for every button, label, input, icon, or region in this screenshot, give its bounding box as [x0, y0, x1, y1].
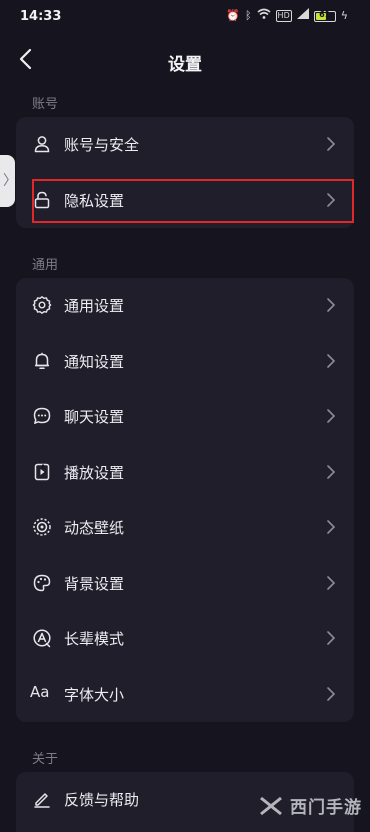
settings-item-account-security[interactable]: 账号与安全 — [16, 117, 354, 173]
elder-mode-icon — [32, 628, 52, 648]
status-bar: 14:33 ⏰ ᛒ HD 61 ϟ — [0, 0, 370, 34]
section-label-general: 通用 — [32, 258, 59, 273]
settings-item-elder-mode[interactable]: 长辈模式 — [16, 611, 354, 667]
status-time: 14:33 — [20, 9, 62, 24]
settings-item-label: 背景设置 — [64, 574, 125, 593]
side-drawer-handle[interactable]: 〉 — [0, 155, 17, 207]
settings-item-label: 聊天设置 — [64, 408, 125, 426]
chevron-right-icon — [326, 575, 336, 591]
chevron-right-icon: 〉 — [3, 173, 17, 189]
settings-item-label: 通知设置 — [64, 352, 125, 371]
settings-item-chat[interactable]: 聊天设置 — [16, 389, 354, 445]
settings-item-privacy[interactable]: 隐私设置 — [16, 173, 354, 229]
chevron-right-icon — [326, 464, 336, 480]
wifi-icon — [257, 8, 271, 25]
chevron-right-icon — [326, 519, 336, 535]
general-card: 通用设置 通知设置 聊天设置 播放设置 动态壁纸 背景设置 长辈模式 Aa 字体… — [16, 278, 354, 722]
chevron-right-icon — [326, 297, 336, 313]
settings-item-background[interactable]: 背景设置 — [16, 556, 354, 612]
settings-item-label: 反馈与帮助 — [64, 791, 140, 809]
hd-icon: HD — [275, 10, 292, 22]
user-icon — [32, 134, 52, 154]
settings-item-label: 播放设置 — [64, 463, 125, 482]
charging-icon: ϟ — [340, 9, 348, 22]
wallpaper-icon — [32, 517, 52, 537]
chevron-right-icon — [326, 192, 336, 208]
battery-icon: 61 — [313, 9, 336, 22]
status-icons: ⏰ ᛒ HD 61 ϟ — [226, 8, 348, 24]
settings-item-playback[interactable]: 播放设置 — [16, 445, 354, 501]
chevron-right-icon — [326, 630, 336, 646]
section-label-about: 关于 — [32, 752, 59, 767]
section-label-account: 账号 — [32, 97, 59, 112]
settings-item-label: 隐私设置 — [64, 191, 125, 210]
signal-icon — [296, 8, 309, 24]
settings-item-label: 长辈模式 — [64, 630, 125, 648]
account-card: 账号与安全 隐私设置 — [16, 117, 354, 228]
settings-item-live-wallpaper[interactable]: 动态壁纸 — [16, 500, 354, 556]
watermark: 西门手游 — [258, 793, 362, 818]
chevron-right-icon — [326, 408, 336, 424]
settings-item-notifications[interactable]: 通知设置 — [16, 334, 354, 390]
feedback-pen-icon — [32, 789, 52, 809]
nav-bar: 设置 — [0, 38, 370, 82]
palette-icon — [32, 573, 52, 593]
chevron-right-icon — [326, 136, 336, 152]
bluetooth-icon: ᛒ — [244, 9, 252, 22]
gear-icon — [32, 295, 52, 315]
lock-icon — [32, 190, 52, 210]
settings-item-font-size[interactable]: Aa 字体大小 — [16, 667, 354, 723]
font-size-icon: Aa — [30, 682, 50, 701]
watermark-text: 西门手游 — [290, 798, 362, 818]
chevron-right-icon — [326, 686, 336, 702]
settings-item-label: 通用设置 — [64, 297, 125, 315]
page-title: 设置 — [168, 55, 202, 75]
battery-level: 61 — [319, 9, 331, 19]
watermark-logo-icon — [260, 796, 282, 815]
settings-item-label: 字体大小 — [64, 685, 125, 704]
settings-item-label: 动态壁纸 — [64, 519, 125, 537]
alarm-icon: ⏰ — [226, 9, 240, 22]
settings-item-general[interactable]: 通用设置 — [16, 278, 354, 334]
chat-icon — [32, 406, 52, 426]
chevron-right-icon — [326, 353, 336, 369]
play-device-icon — [32, 462, 52, 482]
settings-item-label: 账号与安全 — [64, 136, 140, 154]
bell-icon — [32, 351, 52, 371]
